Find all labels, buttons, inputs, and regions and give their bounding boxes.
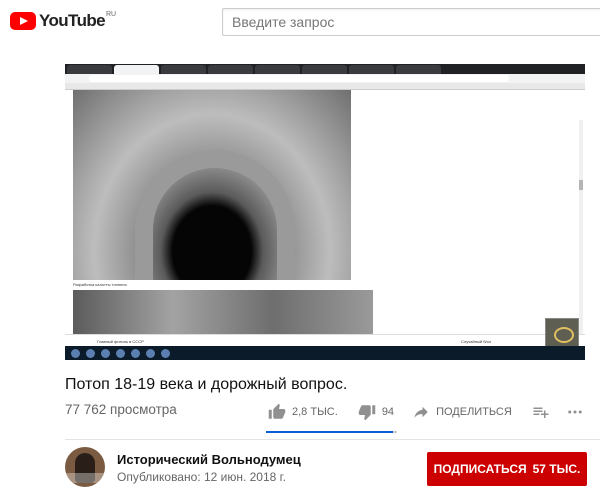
browser-tab [208,65,253,74]
tunnel-arch [135,150,295,280]
add-to-playlist-button[interactable] [532,403,550,421]
region-label: RU [106,10,117,18]
dislike-button[interactable]: 94 [358,403,394,421]
view-count: 77 762 просмотра [65,402,177,417]
share-label: ПОДЕЛИТЬСЯ [436,406,512,418]
more-actions-button[interactable] [566,403,584,421]
search-box[interactable] [222,8,600,36]
video-frame-page: Разработка калотты тоннеля [65,90,585,340]
sentiment-bar [266,431,397,433]
blog-strip: Главный фитиль в СССР Случайный блог [65,334,585,346]
play-logo-icon [10,12,36,30]
search-input[interactable] [223,9,600,35]
thumbs-down-icon [358,405,376,421]
subscriber-count: 57 ТЫС. [532,462,581,476]
like-count: 2,8 ТЫС. [292,406,338,418]
second-photo [73,290,373,334]
divider [65,439,600,440]
channel-name[interactable]: Исторический Вольнодумец [117,452,301,467]
logo-text: YouTube [39,11,106,30]
taskbar-app-icon [101,348,110,358]
browser-tab [161,65,206,74]
browser-tab [302,65,347,74]
playlist-add-icon [533,407,549,418]
taskbar-app-icon [131,348,140,358]
thumbs-up-icon [268,403,286,419]
browser-tab [67,65,112,74]
subscribe-label: ПОДПИСАТЬСЯ [433,462,527,476]
taskbar-app-icon [146,348,155,358]
sentiment-bar-fill [266,431,394,433]
channel-watermark-icon [545,318,579,348]
browser-tab [349,65,394,74]
browser-tab [255,65,300,74]
youtube-logo[interactable]: YouTube RU [10,11,116,31]
blog-right-text: Случайный блог [461,339,492,344]
video-title: Потоп 18-19 века и дорожный вопрос. [65,376,348,393]
os-taskbar [65,346,585,360]
browser-address-bar [65,74,585,83]
like-button[interactable]: 2,8 ТЫС. [268,403,338,421]
channel-avatar[interactable] [65,447,105,487]
photo-caption: Разработка калотты тоннеля [73,282,127,287]
address-field [89,75,509,82]
more-dots-icon [568,410,582,414]
tunnel-photo [73,90,351,280]
video-actions: 2,8 ТЫС. 94 ПОДЕЛИТЬСЯ [268,400,584,424]
bookmarks-bar [65,83,585,90]
taskbar-app-icon [161,348,170,358]
taskbar-app-icon [71,348,80,358]
browser-tab [396,65,441,74]
taskbar-app-icon [116,348,125,358]
taskbar-app-icon [86,348,95,358]
share-icon [414,406,428,418]
share-button[interactable]: ПОДЕЛИТЬСЯ [412,403,512,421]
page-scrollbar [579,120,583,340]
video-player[interactable]: Разработка калотты тоннеля Главный фитил… [65,64,585,360]
browser-tab-active [114,65,159,74]
dislike-count: 94 [381,406,395,418]
browser-tab-bar [65,64,585,74]
publish-date: Опубликовано: 12 июн. 2018 г. [117,470,286,484]
masthead: YouTube RU [0,0,600,46]
subscribe-button[interactable]: ПОДПИСАТЬСЯ 57 ТЫС. [427,452,587,486]
blog-left-text: Главный фитиль в СССР [97,339,144,344]
